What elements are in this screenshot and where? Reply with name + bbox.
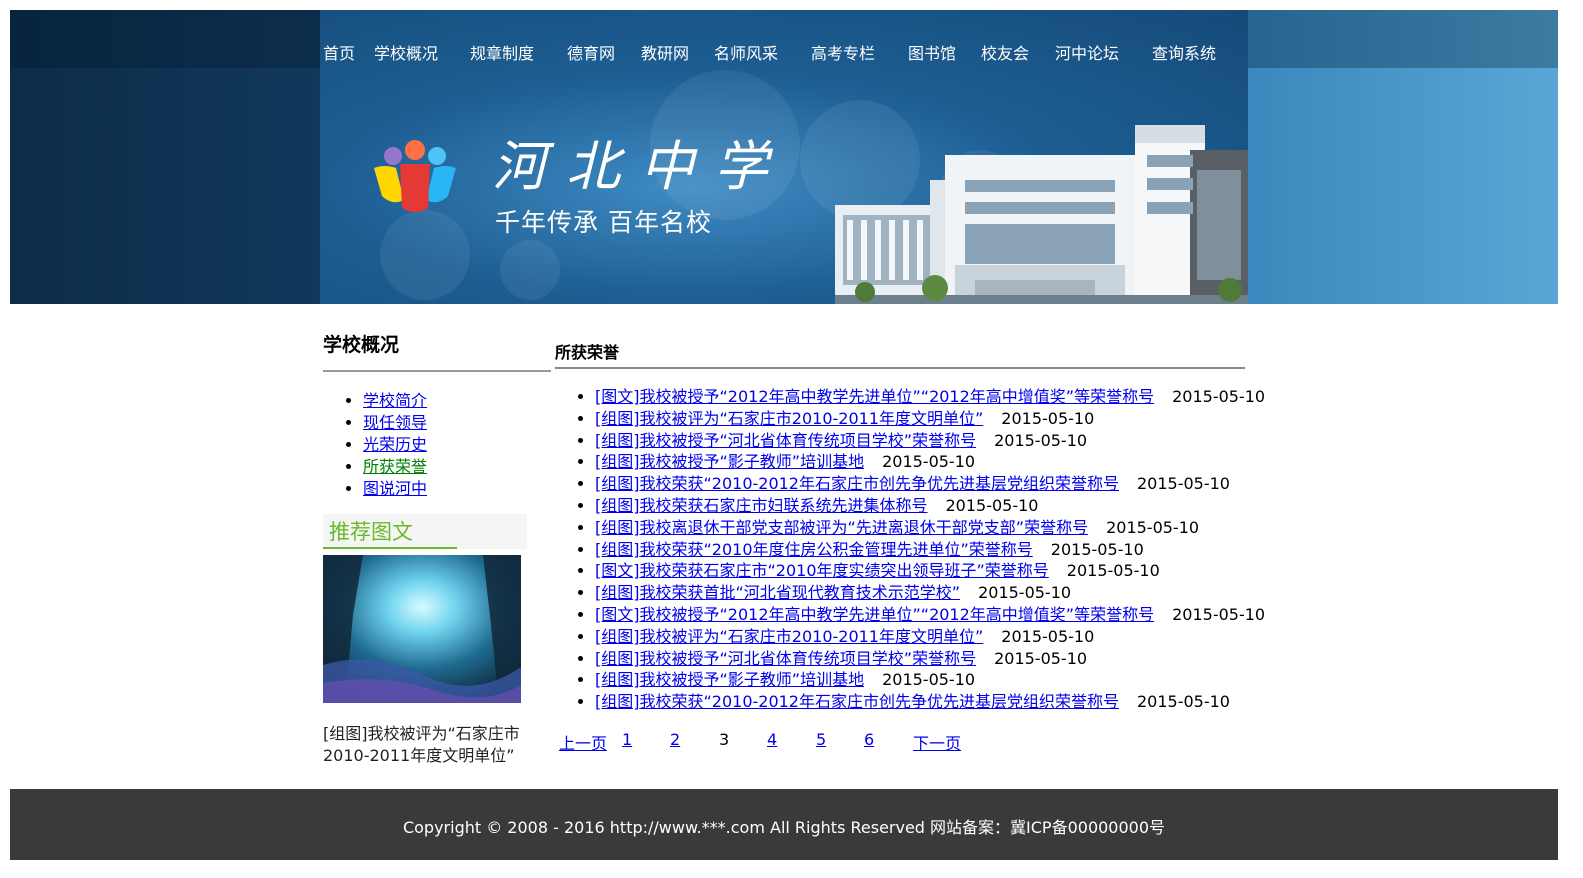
news-date: 2015-05-10 bbox=[1137, 474, 1230, 494]
sidebar-link-history[interactable]: 光荣历史 bbox=[363, 435, 427, 454]
news-item: [组图]我校被评为“石家庄市2010-2011年度文明单位” 2015-05-10 bbox=[595, 626, 1265, 648]
news-title-link[interactable]: [组图]我校荣获“2010年度住房公积金管理先进单位”荣誉称号 bbox=[595, 540, 1033, 559]
news-item: [组图]我校荣获“2010-2012年石家庄市创先争优先进基层党组织荣誉称号 20… bbox=[595, 473, 1265, 495]
news-date: 2015-05-10 bbox=[882, 670, 976, 690]
site-footer: Copyright © 2008 - 2016 http://www.***.c… bbox=[10, 789, 1558, 860]
school-building-illustration bbox=[835, 125, 1248, 304]
sidebar-item-gallery: 图说河中 bbox=[363, 478, 427, 500]
sidebar-menu: 学校简介 现任领导 光荣历史 所获荣誉 图说河中 bbox=[323, 390, 427, 500]
news-item: [组图]我校被评为“石家庄市2010-2011年度文明单位” 2015-05-10 bbox=[595, 408, 1265, 430]
news-title-link[interactable]: [图文]我校荣获石家庄市“2010年度实绩突出领导班子”荣誉称号 bbox=[595, 561, 1049, 580]
pager-prev-link[interactable]: 上一页 bbox=[559, 730, 607, 754]
nav-item-gaokao[interactable]: 高考专栏 bbox=[811, 40, 875, 64]
news-title-link[interactable]: [组图]我校荣获“2010-2012年石家庄市创先争优先进基层党组织荣誉称号 bbox=[595, 474, 1119, 493]
school-name: 河北中学 bbox=[492, 135, 788, 198]
nav-item-library[interactable]: 图书馆 bbox=[908, 40, 956, 64]
nav-item-famous-teachers[interactable]: 名师风采 bbox=[714, 40, 778, 64]
sidebar-link-gallery[interactable]: 图说河中 bbox=[363, 479, 427, 498]
news-title-link[interactable]: [组图]我校被授予“影子教师”培训基地 bbox=[595, 452, 864, 471]
news-date: 2015-05-10 bbox=[1172, 604, 1266, 624]
news-title-link[interactable]: [组图]我校被授予“河北省体育传统项目学校”荣誉称号 bbox=[595, 431, 976, 450]
site-header: 河北中学 千年传承 百年名校 首页 学校概况 规章制度 德育网 教研网 名师风采… bbox=[10, 10, 1558, 304]
news-item: [图文]我校荣获石家庄市“2010年度实绩突出领导班子”荣誉称号 2015-05-… bbox=[595, 560, 1265, 582]
sidebar-link-leaders[interactable]: 现任领导 bbox=[363, 413, 427, 432]
nav-item-home[interactable]: 首页 bbox=[323, 40, 355, 64]
recommend-thumbnail[interactable] bbox=[323, 555, 521, 703]
news-item: [组图]我校被授予“影子教师”培训基地 2015-05-10 bbox=[595, 669, 1265, 691]
news-item: [图文]我校被授予“2012年高中教学先进单位”“2012年高中增值奖”等荣誉称… bbox=[595, 604, 1265, 626]
news-title-link[interactable]: [图文]我校被授予“2012年高中教学先进单位”“2012年高中增值奖”等荣誉称… bbox=[595, 387, 1154, 406]
news-item: [组图]我校荣获石家庄市妇联系统先进集体称号 2015-05-10 bbox=[595, 495, 1265, 517]
news-title-link[interactable]: [组图]我校被评为“石家庄市2010-2011年度文明单位” bbox=[595, 627, 983, 646]
sidebar-item-history: 光荣历史 bbox=[363, 434, 427, 456]
pager-page-1[interactable]: 1 bbox=[622, 730, 632, 749]
news-date: 2015-05-10 bbox=[1172, 387, 1266, 406]
news-title-link[interactable]: [组图]我校被授予“影子教师”培训基地 bbox=[595, 670, 864, 689]
news-date: 2015-05-10 bbox=[945, 495, 1039, 515]
news-date: 2015-05-10 bbox=[1066, 561, 1160, 581]
recommend-underline bbox=[323, 547, 457, 549]
sidebar-title: 学校概况 bbox=[323, 334, 400, 356]
pager-page-6[interactable]: 6 bbox=[864, 730, 874, 749]
news-date: 2015-05-10 bbox=[882, 452, 976, 472]
news-title-link[interactable]: [图文]我校被授予“2012年高中教学先进单位”“2012年高中增值奖”等荣誉称… bbox=[595, 605, 1154, 624]
news-title-link[interactable]: [组图]我校被评为“石家庄市2010-2011年度文明单位” bbox=[595, 409, 983, 428]
nav-item-forum[interactable]: 河中论坛 bbox=[1055, 40, 1119, 64]
nav-item-alumni[interactable]: 校友会 bbox=[981, 40, 1029, 64]
recommend-title: 推荐图文 bbox=[329, 520, 413, 544]
nav-item-query-system[interactable]: 查询系统 bbox=[1152, 40, 1216, 64]
news-date: 2015-05-10 bbox=[1001, 408, 1095, 428]
news-title-link[interactable]: [组图]我校荣获“2010-2012年石家庄市创先争优先进基层党组织荣誉称号 bbox=[595, 692, 1119, 711]
pagination: 上一页 1 2 3 4 5 6 下一页 bbox=[555, 730, 995, 754]
nav-item-school-overview[interactable]: 学校概况 bbox=[374, 40, 438, 64]
sidebar-divider bbox=[323, 370, 551, 372]
pager-next-link[interactable]: 下一页 bbox=[913, 730, 961, 754]
news-date: 2015-05-10 bbox=[1050, 539, 1144, 559]
news-date: 2015-05-10 bbox=[994, 430, 1088, 450]
news-list: [图文]我校被授予“2012年高中教学先进单位”“2012年高中增值奖”等荣誉称… bbox=[555, 386, 1265, 713]
news-title-link[interactable]: [组图]我校荣获首批“河北省现代教育技术示范学校” bbox=[595, 583, 960, 602]
section-title: 所获荣誉 bbox=[555, 343, 620, 362]
news-title-link[interactable]: [组图]我校荣获石家庄市妇联系统先进集体称号 bbox=[595, 496, 928, 515]
news-date: 2015-05-10 bbox=[1106, 517, 1200, 537]
recommend-caption[interactable]: [组图]我校被评为“石家庄市2010-2011年度文明单位” bbox=[323, 723, 523, 767]
news-title-link[interactable]: [组图]我校离退休干部党支部被评为“先进离退休干部党支部”荣誉称号 bbox=[595, 518, 1088, 537]
news-item: [组图]我校被授予“影子教师”培训基地 2015-05-10 bbox=[595, 451, 1265, 473]
news-item: [组图]我校被授予“河北省体育传统项目学校”荣誉称号 2015-05-10 bbox=[595, 430, 1265, 452]
sidebar-item-honors: 所获荣誉 bbox=[363, 456, 427, 478]
news-item: [组图]我校荣获“2010年度住房公积金管理先进单位”荣誉称号 2015-05-1… bbox=[595, 539, 1265, 561]
news-item: [图文]我校被授予“2012年高中教学先进单位”“2012年高中增值奖”等荣誉称… bbox=[595, 386, 1265, 408]
news-date: 2015-05-10 bbox=[1001, 626, 1095, 646]
copyright-text: Copyright © 2008 - 2016 http://www.***.c… bbox=[402, 818, 1166, 837]
pager-page-4[interactable]: 4 bbox=[767, 730, 777, 749]
news-title-link[interactable]: [组图]我校被授予“河北省体育传统项目学校”荣誉称号 bbox=[595, 649, 976, 668]
school-logo-icon bbox=[374, 140, 456, 212]
school-slogan: 千年传承 百年名校 bbox=[495, 208, 712, 237]
pager-page-2[interactable]: 2 bbox=[670, 730, 680, 749]
news-date: 2015-05-10 bbox=[994, 648, 1088, 668]
nav-item-teaching-research[interactable]: 教研网 bbox=[641, 40, 689, 64]
sidebar-item-leaders: 现任领导 bbox=[363, 412, 427, 434]
sidebar-link-honors[interactable]: 所获荣誉 bbox=[363, 457, 427, 476]
news-date: 2015-05-10 bbox=[1137, 692, 1230, 712]
main-nav: 首页 学校概况 规章制度 德育网 教研网 名师风采 高考专栏 图书馆 校友会 河… bbox=[10, 38, 1558, 68]
news-item: [组图]我校离退休干部党支部被评为“先进离退休干部党支部”荣誉称号 2015-05… bbox=[595, 517, 1265, 539]
news-item: [组图]我校荣获“2010-2012年石家庄市创先争优先进基层党组织荣誉称号 20… bbox=[595, 691, 1265, 713]
news-date: 2015-05-10 bbox=[978, 583, 1072, 603]
nav-item-moral-education[interactable]: 德育网 bbox=[567, 40, 615, 64]
sidebar-link-intro[interactable]: 学校简介 bbox=[363, 391, 427, 410]
nav-item-regulations[interactable]: 规章制度 bbox=[470, 40, 534, 64]
pager-page-5[interactable]: 5 bbox=[816, 730, 826, 749]
recommend-header: 推荐图文 bbox=[323, 514, 527, 549]
news-item: [组图]我校荣获首批“河北省现代教育技术示范学校” 2015-05-10 bbox=[595, 582, 1265, 604]
pager-current-page: 3 bbox=[719, 730, 730, 749]
section-divider bbox=[555, 367, 1245, 369]
sidebar-item-intro: 学校简介 bbox=[363, 390, 427, 412]
news-item: [组图]我校被授予“河北省体育传统项目学校”荣誉称号 2015-05-10 bbox=[595, 648, 1265, 670]
